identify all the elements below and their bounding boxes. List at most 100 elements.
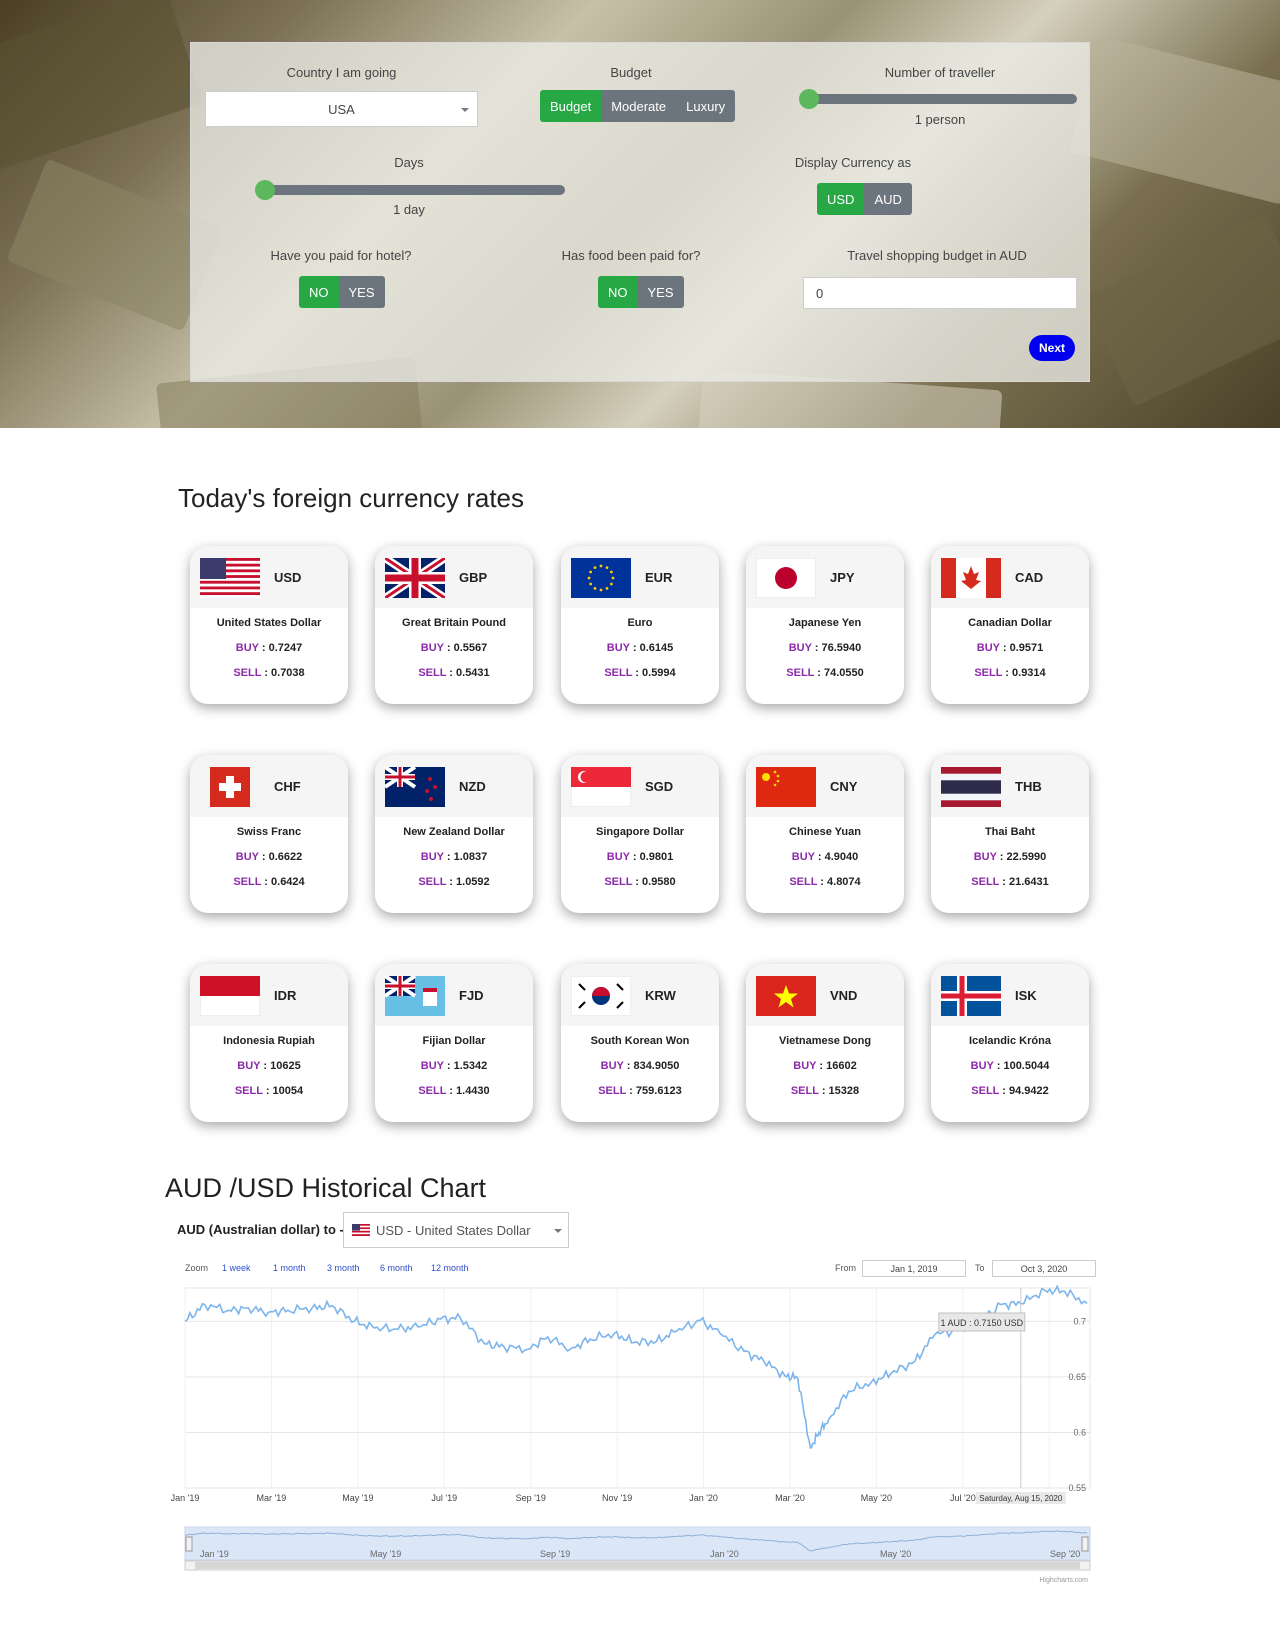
to-label: To (975, 1263, 985, 1273)
traveller-slider[interactable] (799, 89, 1077, 109)
currency-card-nzd[interactable]: NZD New Zealand Dollar BUY : 1.0837 SELL… (375, 755, 533, 913)
navigator-label: Sep '20 (1050, 1549, 1080, 1559)
next-button[interactable]: Next (1029, 335, 1075, 361)
zoom-1-month[interactable]: 1 month (273, 1263, 306, 1273)
card-header: USD (190, 546, 348, 608)
sell-rate: SELL : 1.0592 (418, 876, 490, 888)
currency-name: Japanese Yen (788, 617, 862, 629)
hotel-option-no[interactable]: NO (299, 276, 339, 308)
zoom-12-month[interactable]: 12 month (431, 1263, 469, 1273)
hero-banner: Country I am going USA Budget Budget Mod… (0, 0, 1280, 428)
sell-rate: SELL : 0.6424 (233, 876, 305, 888)
x-tick-label: Nov '19 (602, 1493, 632, 1503)
zoom-1-week[interactable]: 1 week (222, 1263, 251, 1273)
shopping-budget-input[interactable]: 0 (803, 277, 1077, 309)
budget-label: Budget (610, 65, 652, 80)
x-tick-label: Sep '19 (516, 1493, 546, 1503)
sell-key: SELL (418, 1085, 447, 1097)
budget-option-budget[interactable]: Budget (540, 90, 602, 122)
sell-key: SELL (604, 876, 633, 888)
sell-value: 0.5431 (456, 667, 490, 679)
navigator-label: Jan '19 (200, 1549, 229, 1559)
sell-value: 1.0592 (456, 876, 490, 888)
sell-key: SELL (971, 876, 1000, 888)
buy-value: 100.5044 (1003, 1060, 1050, 1072)
sell-value: 0.6424 (271, 876, 305, 888)
buy-value: 0.5567 (453, 642, 488, 654)
traveller-slider-handle[interactable] (799, 89, 819, 109)
from-label: From (835, 1263, 856, 1273)
buy-rate: BUY : 0.6622 (235, 851, 303, 863)
sell-key: SELL (233, 667, 262, 679)
currency-card-usd[interactable]: USD United States Dollar BUY : 0.7247 SE… (190, 546, 348, 704)
currency-card-vnd[interactable]: VND Vietnamese Dong BUY : 16602 SELL : 1… (746, 964, 904, 1122)
hotel-option-yes[interactable]: YES (338, 276, 385, 308)
to-date-input[interactable]: Oct 3, 2020 (992, 1260, 1096, 1277)
card-header: CAD (931, 546, 1089, 608)
currency-option-aud[interactable]: AUD (864, 183, 912, 215)
currency-card-fjd[interactable]: FJD Fijian Dollar BUY : 1.5342 SELL : 1.… (375, 964, 533, 1122)
days-slider[interactable] (255, 180, 565, 200)
currency-name: Great Britain Pound (402, 617, 506, 629)
currency-card-jpy[interactable]: JPY Japanese Yen BUY : 76.5940 SELL : 74… (746, 546, 904, 704)
buy-value: 0.7247 (268, 642, 303, 654)
scrollbar-thumb (195, 1562, 1080, 1569)
currency-card-idr[interactable]: IDR Indonesia Rupiah BUY : 10625 SELL : … (190, 964, 348, 1122)
sell-key: SELL (790, 1085, 819, 1097)
scrollbar-track (184, 1560, 1091, 1571)
money-bill-decoration (1084, 213, 1280, 407)
currency-card-sgd[interactable]: SGD Singapore Dollar BUY : 0.9801 SELL :… (561, 755, 719, 913)
zoom-3-month[interactable]: 3 month (327, 1263, 360, 1273)
buy-value: 0.9571 (1009, 642, 1044, 654)
sell-key: SELL (786, 667, 815, 679)
currency-card-krw[interactable]: KRW South Korean Won BUY : 834.9050 SELL… (561, 964, 719, 1122)
buy-value: 834.9050 (633, 1060, 680, 1072)
sell-value: 759.6123 (635, 1085, 682, 1097)
buy-value: 0.9801 (639, 851, 674, 863)
kr-flag-icon (571, 976, 631, 1016)
card-header: CNY (746, 755, 904, 817)
sell-key: SELL (418, 667, 447, 679)
card-header: GBP (375, 546, 533, 608)
food-option-yes[interactable]: YES (637, 276, 684, 308)
pair-select[interactable]: USD - United States Dollar (343, 1212, 569, 1248)
sell-rate: SELL : 15328 (790, 1085, 860, 1097)
budget-option-moderate[interactable]: Moderate (601, 90, 677, 122)
ca-flag-icon (941, 558, 1001, 598)
navigator-label: May '19 (370, 1549, 401, 1559)
sell-key: SELL (234, 1085, 263, 1097)
days-slider-handle[interactable] (255, 180, 275, 200)
money-bill-decoration (1068, 35, 1280, 205)
currency-label: Display Currency as (794, 155, 912, 170)
from-date-input[interactable]: Jan 1, 2019 (862, 1260, 966, 1277)
card-header: SGD (561, 755, 719, 817)
buy-key: BUY (976, 642, 1000, 654)
sell-value: 0.7038 (271, 667, 305, 679)
currency-code: EUR (645, 570, 673, 585)
currency-card-cny[interactable]: CNY Chinese Yuan BUY : 4.9040 SELL : 4.8… (746, 755, 904, 913)
currency-card-thb[interactable]: THB Thai Baht BUY : 22.5990 SELL : 21.64… (931, 755, 1089, 913)
zoom-label: Zoom (185, 1263, 209, 1273)
currency-card-isk[interactable]: ISK Icelandic Króna BUY : 100.5044 SELL … (931, 964, 1089, 1122)
buy-value: 76.5940 (821, 642, 862, 654)
currency-card-eur[interactable]: EUR Euro BUY : 0.6145 SELL : 0.5994 (561, 546, 719, 704)
currency-code: IDR (274, 988, 297, 1003)
food-option-no[interactable]: NO (598, 276, 638, 308)
currency-option-usd[interactable]: USD (817, 183, 865, 215)
buy-rate: BUY : 76.5940 (788, 642, 862, 654)
buy-value: 16602 (826, 1060, 857, 1072)
sell-value: 94.9422 (1008, 1085, 1049, 1097)
currency-name: Euro (627, 617, 653, 629)
currency-code: THB (1015, 779, 1042, 794)
sell-value: 10054 (272, 1085, 304, 1097)
country-select[interactable]: USA (205, 91, 478, 127)
x-tick-label: Jan '20 (689, 1493, 718, 1503)
budget-option-luxury[interactable]: Luxury (676, 90, 736, 122)
zoom-6-month[interactable]: 6 month (380, 1263, 413, 1273)
sell-key: SELL (789, 876, 818, 888)
is-flag-icon (941, 976, 1001, 1016)
currency-card-cad[interactable]: CAD Canadian Dollar BUY : 0.9571 SELL : … (931, 546, 1089, 704)
currency-card-chf[interactable]: CHF Swiss Franc BUY : 0.6622 SELL : 0.64… (190, 755, 348, 913)
sell-key: SELL (974, 667, 1003, 679)
currency-card-gbp[interactable]: GBP Great Britain Pound BUY : 0.5567 SEL… (375, 546, 533, 704)
